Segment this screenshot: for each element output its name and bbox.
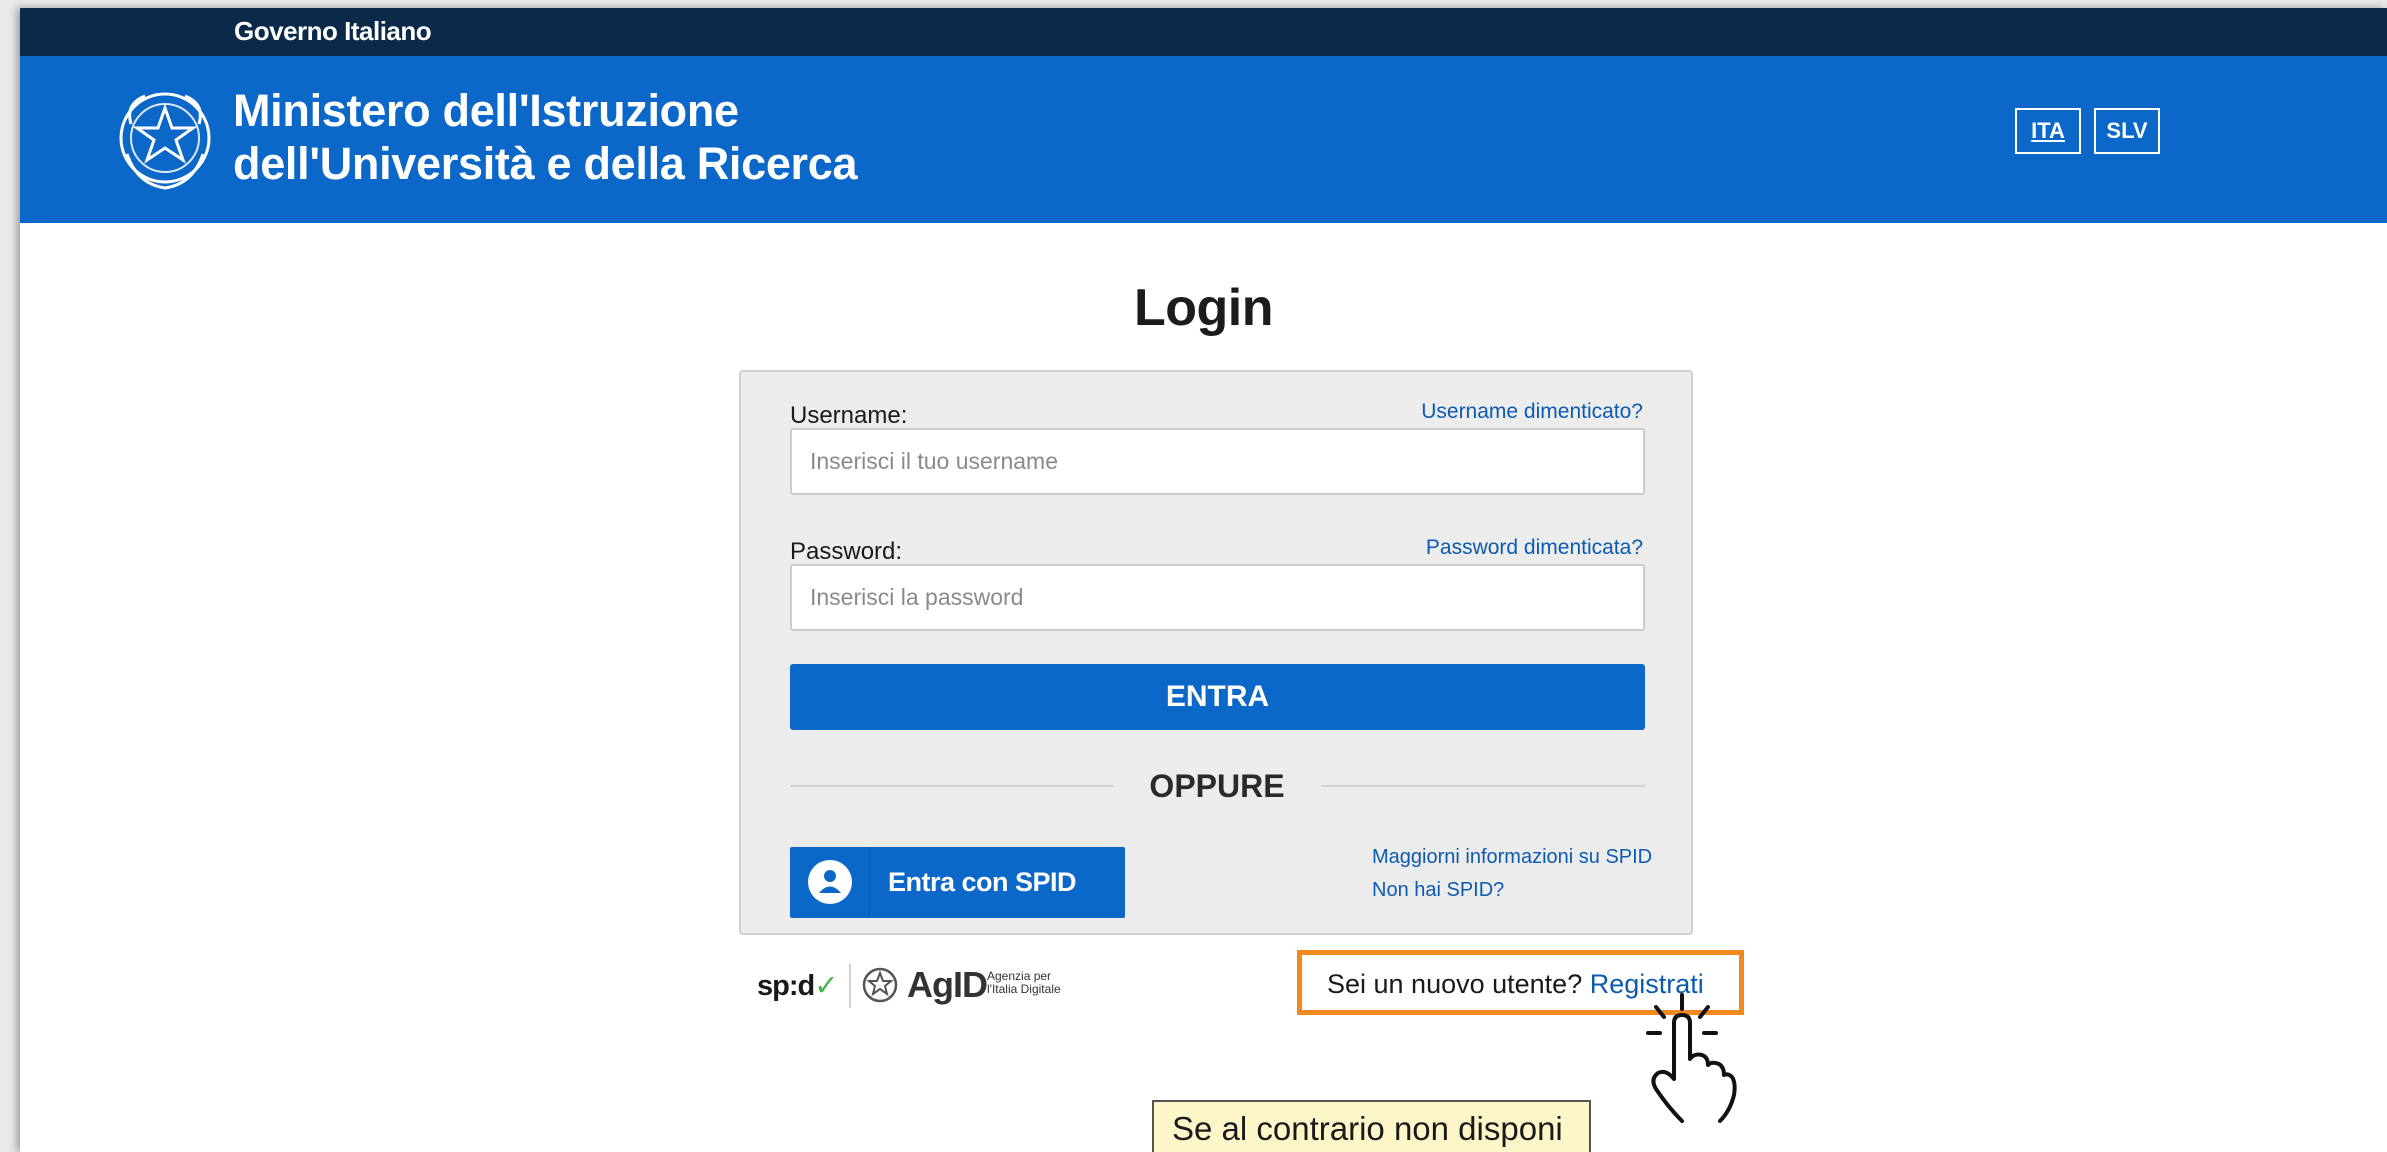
pointing-hand-icon: [1646, 993, 1737, 1123]
check-icon: ✓: [814, 970, 838, 1002]
entra-button[interactable]: ENTRA: [790, 664, 1645, 730]
divider-right: [1321, 785, 1645, 787]
ministry-header: Ministero dell'Istruzione dell'Universit…: [20, 56, 2387, 223]
login-card: Username: Username dimenticato? Password…: [739, 370, 1693, 935]
tooltip-note: Se al contrario non disponi: [1152, 1100, 1591, 1152]
username-label: Username:: [790, 402, 908, 429]
password-label: Password:: [790, 538, 903, 565]
password-input[interactable]: [790, 564, 1645, 631]
agid-logo-text: AgID: [907, 964, 988, 1005]
spid-button-label: Entra con SPID: [888, 867, 1077, 897]
italian-emblem-icon: [119, 92, 211, 190]
forgot-username-link[interactable]: Username dimenticato?: [1421, 400, 1643, 424]
language-ita-button[interactable]: ITA: [2015, 108, 2081, 154]
page-title: Login: [1133, 279, 1274, 337]
username-input[interactable]: [790, 428, 1645, 495]
government-bar: Governo Italiano: [20, 8, 2387, 56]
oppure-separator: OPPURE: [1149, 768, 1285, 804]
divider-left: [790, 785, 1113, 787]
spid-logo-text: sp:d: [757, 970, 815, 1002]
ministry-title-line2: dell'Università e della Ricerca: [233, 138, 858, 189]
user-icon: [808, 860, 852, 904]
new-user-question: Sei un nuovo utente?: [1327, 969, 1583, 999]
spid-logo: sp:d✓: [757, 968, 839, 1003]
spid-login-button[interactable]: Entra con SPID: [790, 847, 1125, 918]
no-spid-link[interactable]: Non hai SPID?: [1372, 874, 1652, 907]
spid-links: Maggiorni informazioni su SPID Non hai S…: [1372, 841, 1652, 907]
ministry-title-line1: Ministero dell'Istruzione: [233, 85, 739, 136]
spid-info-link[interactable]: Maggiorni informazioni su SPID: [1372, 841, 1652, 874]
agid-emblem-icon: [862, 967, 898, 1003]
forgot-password-link[interactable]: Password dimenticata?: [1426, 536, 1643, 560]
government-label[interactable]: Governo Italiano: [234, 16, 432, 47]
language-slv-button[interactable]: SLV: [2094, 108, 2160, 154]
logo-separator: [849, 964, 851, 1008]
ministry-title: Ministero dell'Istruzione dell'Universit…: [233, 84, 858, 190]
browser-page: Governo Italiano Ministero dell'Istruzio…: [20, 8, 2387, 1152]
agid-subtitle: Agenzia per l'Italia Digitale: [987, 969, 1061, 996]
spid-icon-zone: [790, 847, 870, 918]
